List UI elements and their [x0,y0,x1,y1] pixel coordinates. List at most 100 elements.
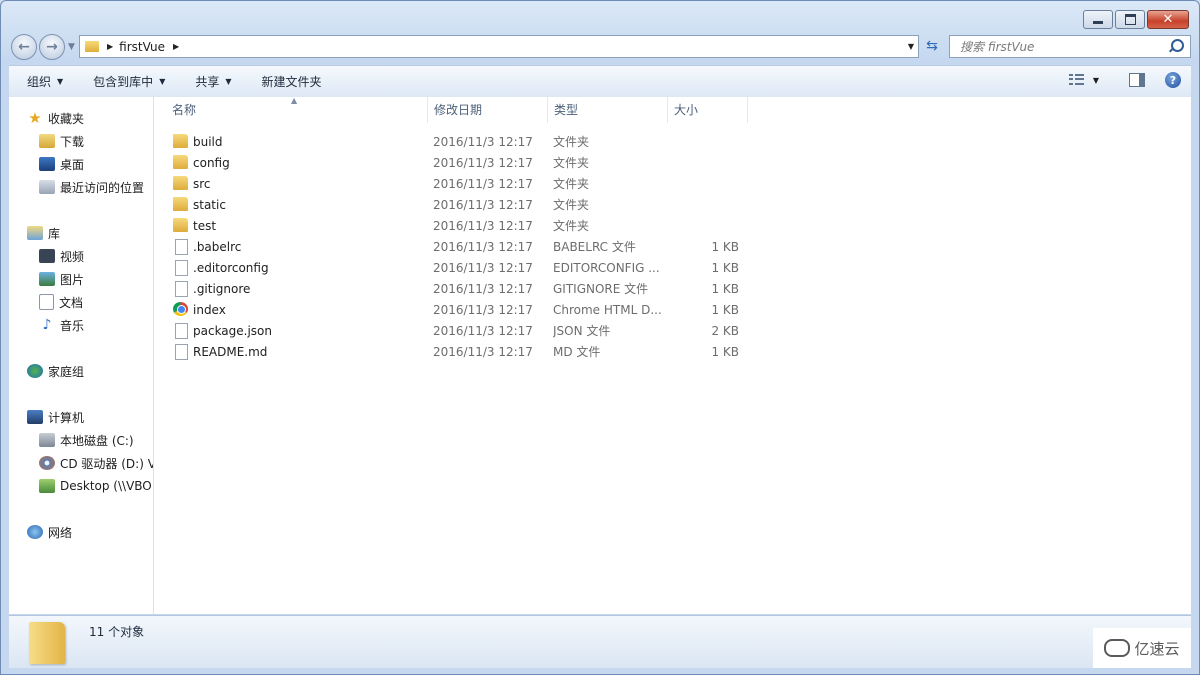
cd-drive-icon [39,456,55,470]
file-name: config [193,155,230,170]
search-icon[interactable] [1171,39,1184,52]
table-row[interactable]: README.md 2016/11/3 12:17 MD 文件 1 KB [166,341,746,362]
nav-desktop-share[interactable]: Desktop (\\VBO [39,476,152,496]
nav-cd-drive[interactable]: CD 驱动器 (D:) V [39,453,154,473]
column-size-label: 大小 [674,103,699,117]
recent-places-icon [39,180,55,194]
nav-pictures-label: 图片 [60,272,85,287]
file-size: 1 KB [711,239,739,254]
nav-recent-label: 最近访问的位置 [60,180,145,195]
column-header-size[interactable]: 大小 [668,97,748,123]
nav-favorites-label: 收藏夹 [48,111,85,126]
toolbar-right: ▼ ? [1068,72,1181,88]
nav-computer[interactable]: 计算机 [27,407,84,427]
search-box[interactable] [949,35,1191,58]
address-dropdown-icon[interactable]: ▼ [908,42,914,51]
chevron-down-icon: ▼ [57,77,64,86]
nav-videos-label: 视频 [60,249,85,264]
table-row[interactable]: index 2016/11/3 12:17 Chrome HTML D... 1 KB [166,299,746,320]
table-row[interactable]: static 2016/11/3 12:17 文件夹 [166,194,746,215]
folder-icon [173,218,188,232]
close-icon: ✕ [1162,12,1174,27]
column-type-label: 类型 [554,103,579,117]
homegroup-icon [27,364,43,378]
minimize-button[interactable] [1083,10,1113,29]
close-button[interactable]: ✕ [1147,10,1189,29]
forward-button[interactable]: → [39,34,65,60]
file-date: 2016/11/3 12:17 [433,218,533,233]
column-header-name[interactable]: ▲ 名称 [166,96,428,123]
search-input[interactable] [958,38,1162,55]
file-date: 2016/11/3 12:17 [433,281,533,296]
file-type: 文件夹 [553,198,590,212]
breadcrumb-separator-icon[interactable]: ▶ [107,42,113,51]
chevron-down-icon[interactable]: ▼ [1093,76,1099,85]
nav-homegroup-label: 家庭组 [48,364,85,379]
refresh-button[interactable]: ⇆ [920,35,944,56]
table-row[interactable]: .babelrc 2016/11/3 12:17 BABELRC 文件 1 KB [166,236,746,257]
file-size: 1 KB [711,281,739,296]
share-menu[interactable]: 共享 ▼ [195,73,231,90]
downloads-folder-icon [39,134,55,148]
explorer-window: ✕ ← → ▼ ▶ firstVue ▶ ▼ ⇆ 组织 ▼ 包含到库中 ▼ 共享 ▼ … [0,0,1200,675]
column-name-label: 名称 [172,103,197,117]
nav-music-label: 音乐 [60,318,85,333]
file-name: static [193,197,226,212]
breadcrumb-separator-icon[interactable]: ▶ [173,42,179,51]
file-icon [175,323,188,339]
desktop-icon [39,157,55,171]
recent-pages-dropdown-icon[interactable]: ▼ [68,42,75,52]
file-name: .gitignore [193,281,251,296]
file-name: package.json [193,323,273,338]
table-row[interactable]: test 2016/11/3 12:17 文件夹 [166,215,746,236]
column-header-type[interactable]: 类型 [548,97,668,123]
nav-recent[interactable]: 最近访问的位置 [39,177,144,197]
file-date: 2016/11/3 12:17 [433,239,533,254]
nav-libraries[interactable]: 库 [27,223,60,243]
caption-buttons: ✕ [1081,10,1189,29]
computer-icon [27,410,43,424]
address-bar[interactable]: ▶ firstVue ▶ ▼ [79,35,919,58]
breadcrumb-firstvue[interactable]: firstVue [119,40,165,54]
nav-music[interactable]: ♪ 音乐 [39,315,84,335]
change-view-icon[interactable] [1068,74,1085,86]
nav-documents[interactable]: 文档 [39,292,83,312]
watermark-text: 亿速云 [1134,639,1180,658]
watermark: 亿速云 [1093,628,1191,668]
nav-libraries-label: 库 [48,226,61,241]
nav-cd-drive-label: CD 驱动器 (D:) V [60,456,154,471]
nav-pictures[interactable]: 图片 [39,269,84,289]
help-icon[interactable]: ? [1165,72,1181,88]
column-date-label: 修改日期 [434,103,483,117]
organize-label: 组织 [27,75,52,89]
nav-videos[interactable]: 视频 [39,246,84,266]
table-row[interactable]: package.json 2016/11/3 12:17 JSON 文件 2 KB [166,320,746,341]
file-name: .editorconfig [193,260,269,275]
file-type: 文件夹 [553,219,590,233]
column-header-date[interactable]: 修改日期 [428,97,548,123]
file-size: 1 KB [711,260,739,275]
table-row[interactable]: .editorconfig 2016/11/3 12:17 EDITORCONFIG… [166,257,746,278]
include-in-library-menu[interactable]: 包含到库中 ▼ [93,73,165,90]
nav-desktop[interactable]: 桌面 [39,154,84,174]
preview-pane-icon[interactable] [1129,73,1145,87]
command-bar: 组织 ▼ 包含到库中 ▼ 共享 ▼ 新建文件夹 ▼ ? [9,65,1191,98]
folder-icon [173,155,188,169]
nav-network[interactable]: 网络 [27,522,72,542]
table-row[interactable]: src 2016/11/3 12:17 文件夹 [166,173,746,194]
nav-favorites[interactable]: ★ 收藏夹 [27,108,84,128]
video-icon [39,249,55,263]
nav-downloads[interactable]: 下载 [39,131,84,151]
table-row[interactable]: config 2016/11/3 12:17 文件夹 [166,152,746,173]
file-name: index [193,302,226,317]
organize-menu[interactable]: 组织 ▼ [27,73,63,90]
table-row[interactable]: .gitignore 2016/11/3 12:17 GITIGNORE 文件 1 K… [166,278,746,299]
maximize-button[interactable] [1115,10,1145,29]
nav-local-disk[interactable]: 本地磁盘 (C:) [39,430,134,450]
nav-homegroup[interactable]: 家庭组 [27,361,84,381]
table-row[interactable]: build 2016/11/3 12:17 文件夹 [166,131,746,152]
back-button[interactable]: ← [11,34,37,60]
folder-icon [85,41,99,52]
chrome-icon [173,302,188,316]
sort-ascending-icon: ▲ [291,96,298,105]
